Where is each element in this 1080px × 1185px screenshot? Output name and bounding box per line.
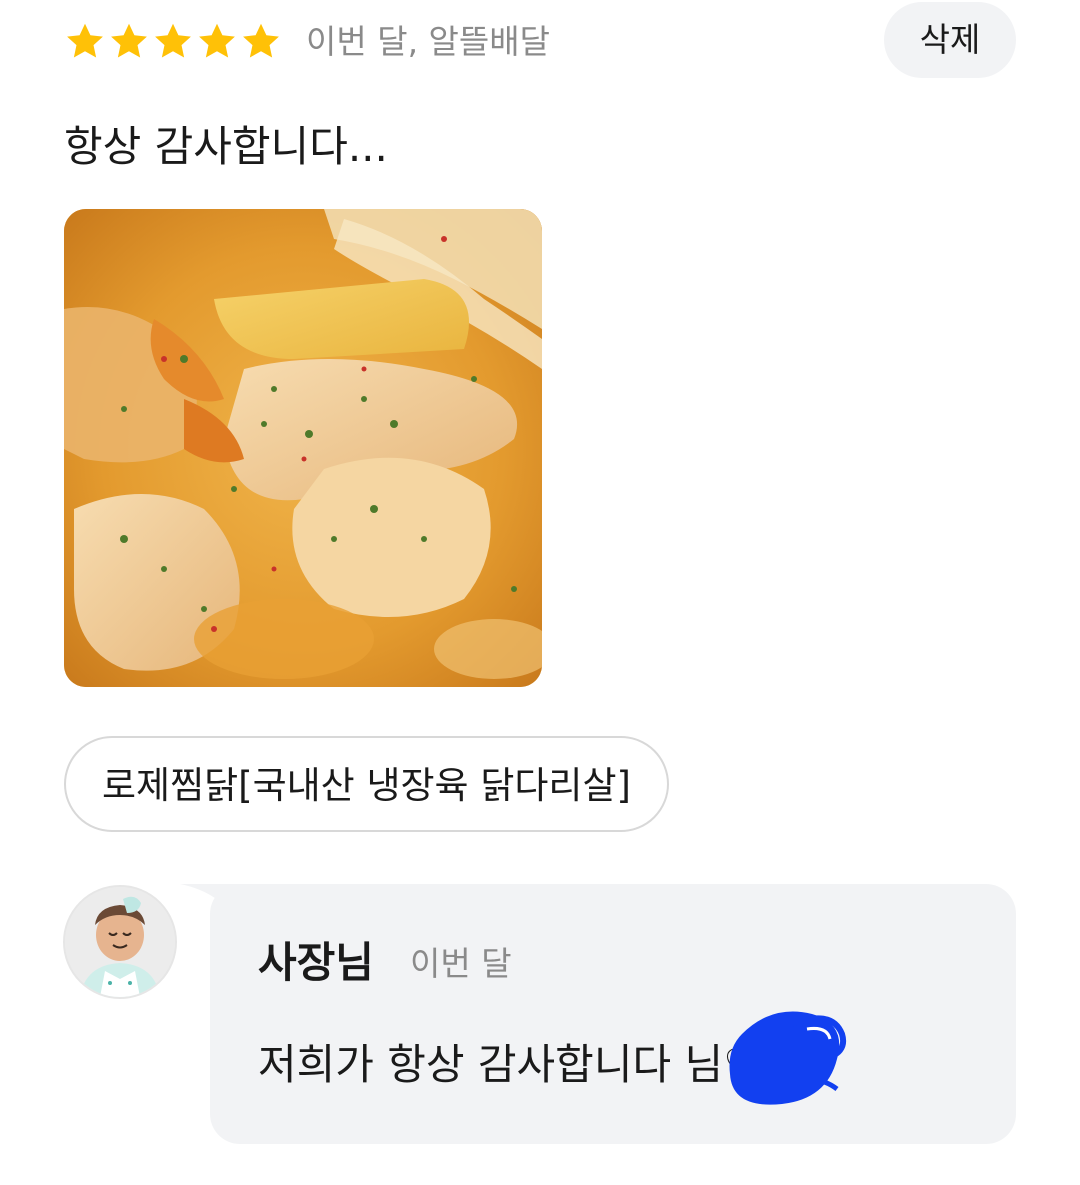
star-icon [108, 22, 150, 62]
delete-button[interactable]: 삭제 [884, 2, 1016, 78]
review-photo[interactable] [64, 209, 542, 687]
star-icon [152, 22, 194, 62]
star-icon [64, 22, 106, 62]
owner-reply-bubble [210, 884, 1016, 1144]
owner-avatar-icon [63, 885, 177, 999]
reply-author: 사장님 [258, 938, 374, 987]
reply-text: 저희가 항상 감사합니다 님♡ [258, 1040, 761, 1089]
menu-item-chip[interactable]: 로제찜닭[국내산 냉장육 닭다리살] [64, 736, 669, 832]
rating-stars [64, 22, 282, 62]
review-meta: 이번 달, 알뜰배달 [306, 22, 550, 61]
star-icon [240, 22, 282, 62]
review-text: 항상 감사합니다... [64, 122, 388, 171]
reply-date: 이번 달 [410, 944, 512, 983]
redaction-scribble [729, 1011, 846, 1105]
star-icon [196, 22, 238, 62]
